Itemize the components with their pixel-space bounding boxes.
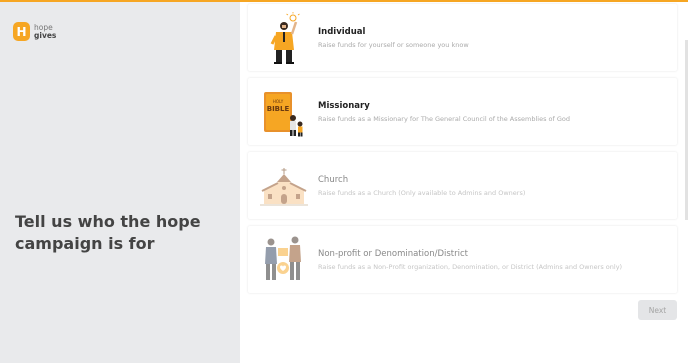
next-button[interactable]: Next [638, 300, 677, 320]
person-lightbulb-icon [260, 11, 308, 64]
option-card-individual[interactable]: Individual Raise funds for yourself or s… [248, 4, 677, 71]
option-description: Raise funds as a Church (Only available … [318, 188, 526, 197]
church-icon [260, 160, 308, 212]
option-title: Missionary [318, 100, 370, 111]
logo-line-gives: gives [34, 30, 57, 40]
campaign-type-page: H hope gives Tell us who the hope campai… [0, 0, 688, 363]
hopegives-logo[interactable]: H hope gives [13, 22, 56, 41]
option-description: Raise funds as a Missionary for The Gene… [318, 114, 570, 123]
page-heading: Tell us who the hope campaign is for [15, 212, 201, 253]
option-card-missionary[interactable]: HOLY BIBLE Missionary Raise funds as a M… [248, 78, 677, 145]
option-card-church[interactable]: Church Raise funds as a Church (Only ava… [248, 152, 677, 219]
option-title: Church [318, 174, 349, 185]
option-description: Raise funds as a Non-Profit organization… [318, 262, 623, 271]
logo-text: hope gives [34, 23, 57, 40]
bible-icon: HOLY BIBLE [260, 86, 308, 138]
bible-label: BIBLE [267, 105, 290, 113]
option-title: Individual [318, 26, 366, 37]
logo-h-icon: H [13, 22, 30, 41]
left-panel: H hope gives Tell us who the hope campai… [0, 2, 240, 363]
option-title: Non-profit or Denomination/District [318, 248, 468, 259]
options-panel: Individual Raise funds for yourself or s… [240, 2, 688, 363]
option-description: Raise funds for yourself or someone you … [318, 40, 469, 49]
bible-label-top: HOLY [273, 99, 284, 104]
people-giving-icon [260, 234, 308, 286]
option-card-nonprofit[interactable]: Non-profit or Denomination/District Rais… [248, 226, 677, 293]
